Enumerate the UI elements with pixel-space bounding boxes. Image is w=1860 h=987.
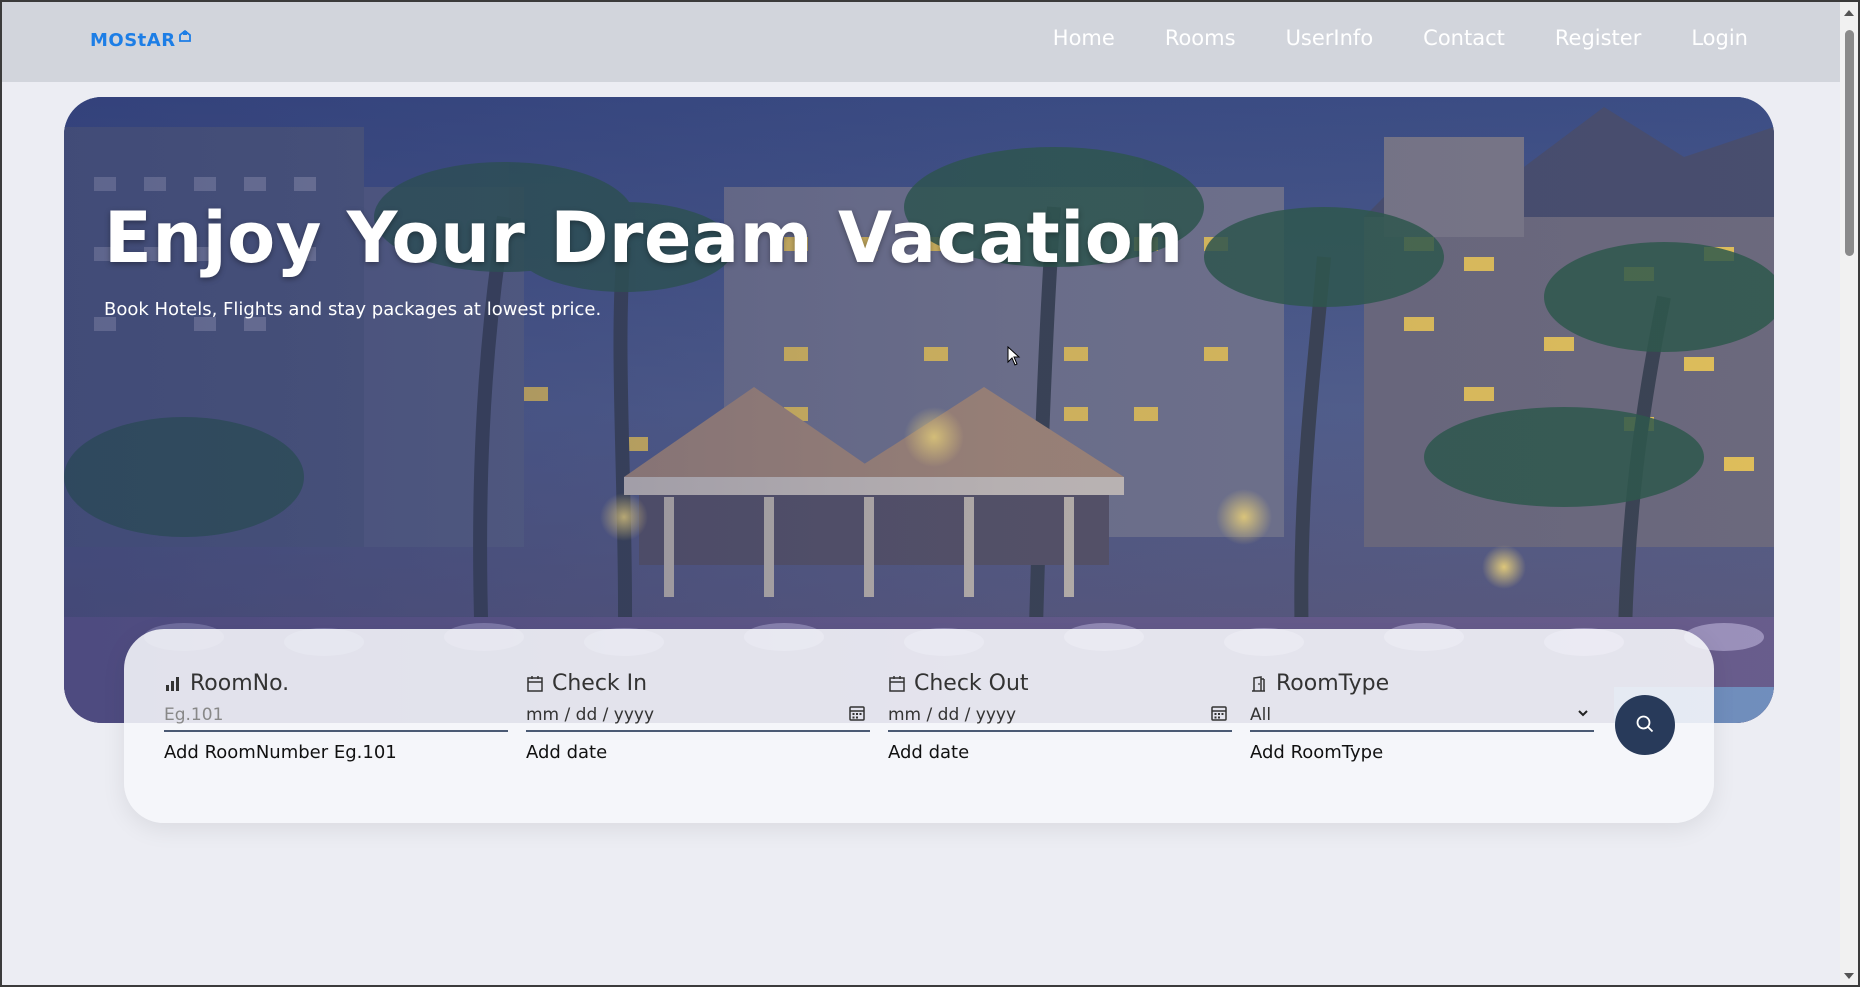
scroll-up-icon[interactable] xyxy=(1844,10,1854,16)
check-out-label: Check Out xyxy=(888,671,1232,696)
house-icon xyxy=(178,29,192,47)
check-out-help: Add date xyxy=(888,742,970,763)
calendar-picker-icon[interactable] xyxy=(1210,704,1228,727)
hero-subtitle: Book Hotels, Flights and stay packages a… xyxy=(104,299,602,320)
check-in-value: mm / dd / yyyy xyxy=(526,705,655,725)
vertical-scrollbar[interactable] xyxy=(1840,2,1858,985)
room-type-label-text: RoomType xyxy=(1276,671,1390,696)
scrollbar-thumb[interactable] xyxy=(1845,30,1854,256)
check-in-label-text: Check In xyxy=(552,671,648,696)
nav-register[interactable]: Register xyxy=(1555,26,1641,50)
check-in-label: Check In xyxy=(526,671,870,696)
room-type-field: RoomType All Add RoomType xyxy=(1250,671,1594,763)
nav-userinfo[interactable]: UserInfo xyxy=(1286,26,1374,50)
room-type-help: Add RoomType xyxy=(1250,742,1384,763)
check-out-input[interactable]: mm / dd / yyyy xyxy=(888,700,1232,732)
calendar-icon xyxy=(526,674,546,694)
hero-title: Enjoy Your Dream Vacation xyxy=(104,197,1184,279)
logo-text: MOStAR xyxy=(90,30,176,51)
nav-contact[interactable]: Contact xyxy=(1423,26,1505,50)
nav-rooms[interactable]: Rooms xyxy=(1165,26,1236,50)
room-no-label: RoomNo. xyxy=(164,671,508,696)
search-button[interactable] xyxy=(1615,695,1675,755)
brand-logo[interactable]: MOStAR xyxy=(90,29,192,51)
navbar: MOStAR Home Rooms UserInfo Contact Regis… xyxy=(0,0,1840,82)
room-no-input-wrap xyxy=(164,700,508,732)
room-type-label: RoomType xyxy=(1250,671,1594,696)
mouse-cursor-icon xyxy=(1007,345,1021,371)
calendar-picker-icon[interactable] xyxy=(848,704,866,727)
check-out-label-text: Check Out xyxy=(914,671,1029,696)
scroll-down-icon[interactable] xyxy=(1844,973,1854,979)
door-icon xyxy=(1250,674,1270,694)
calendar-icon xyxy=(888,674,908,694)
room-no-input[interactable] xyxy=(164,705,504,725)
check-in-help: Add date xyxy=(526,742,608,763)
room-type-value: All xyxy=(1250,705,1272,725)
search-icon xyxy=(1635,714,1655,737)
room-no-help: Add RoomNumber Eg.101 xyxy=(164,742,397,763)
check-out-field: Check Out mm / dd / yyyy Add date xyxy=(888,671,1232,763)
room-no-field: RoomNo. Add RoomNumber Eg.101 xyxy=(164,671,508,763)
check-out-value: mm / dd / yyyy xyxy=(888,705,1017,725)
nav-home[interactable]: Home xyxy=(1053,26,1115,50)
search-card: RoomNo. Add RoomNumber Eg.101 Check In m… xyxy=(124,629,1714,823)
chevron-down-icon xyxy=(1576,705,1590,725)
bar-chart-icon xyxy=(164,674,184,694)
room-no-label-text: RoomNo. xyxy=(190,671,290,696)
room-type-select[interactable]: All xyxy=(1250,700,1594,732)
check-in-input[interactable]: mm / dd / yyyy xyxy=(526,700,870,732)
nav-links: Home Rooms UserInfo Contact Register Log… xyxy=(1003,26,1748,50)
check-in-field: Check In mm / dd / yyyy Add date xyxy=(526,671,870,763)
nav-login[interactable]: Login xyxy=(1691,26,1748,50)
